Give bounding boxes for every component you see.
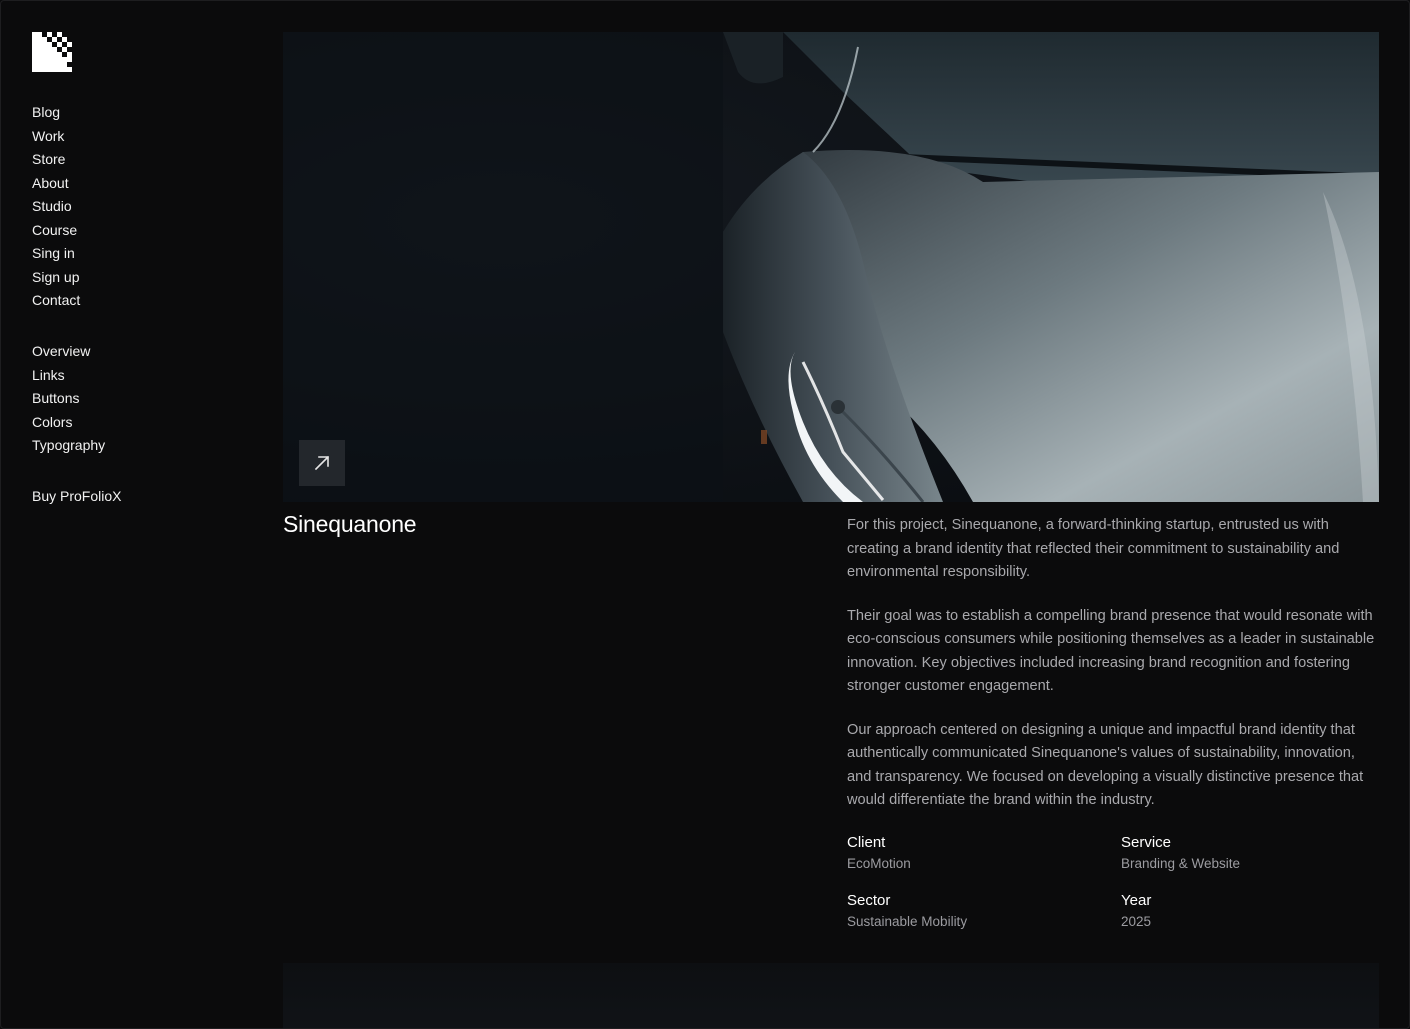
meta-value: Sustainable Mobility xyxy=(847,914,968,929)
meta-value: EcoMotion xyxy=(847,856,911,871)
next-image-preview xyxy=(283,963,1379,1028)
nav-item-work[interactable]: Work xyxy=(32,125,80,149)
page-frame: Blog Work Store About Studio Course Sing… xyxy=(0,0,1410,1029)
nav-item-course[interactable]: Course xyxy=(32,219,80,243)
meta-service: Service Branding & Website xyxy=(1121,832,1383,874)
project-description: For this project, Sinequanone, a forward… xyxy=(847,514,1383,833)
nav-item-links[interactable]: Links xyxy=(32,364,105,388)
project-title: Sinequanone xyxy=(283,511,417,537)
nav-item-blog[interactable]: Blog xyxy=(32,101,80,125)
meta-year: Year 2025 xyxy=(1121,890,1383,932)
nav-item-store[interactable]: Store xyxy=(32,148,80,172)
sidebar: Blog Work Store About Studio Course Sing… xyxy=(32,32,232,504)
buy-link[interactable]: Buy ProFolioX xyxy=(32,485,121,509)
meta-label: Client xyxy=(847,834,886,851)
nav-item-colors[interactable]: Colors xyxy=(32,411,105,435)
meta-client: Client EcoMotion xyxy=(847,832,1121,874)
nav-item-buttons[interactable]: Buttons xyxy=(32,387,105,411)
description-paragraph: Their goal was to establish a compelling… xyxy=(847,607,1375,695)
primary-nav: Blog Work Store About Studio Course Sing… xyxy=(32,101,80,313)
meta-value: 2025 xyxy=(1121,914,1152,929)
arrow-up-right-icon xyxy=(314,455,330,471)
meta-label: Service xyxy=(1121,834,1172,851)
nav-item-studio[interactable]: Studio xyxy=(32,195,80,219)
meta-label: Year xyxy=(1121,892,1152,909)
hero-image xyxy=(283,32,1379,502)
buy-nav: Buy ProFolioX xyxy=(32,485,121,509)
nav-item-about[interactable]: About xyxy=(32,172,80,196)
car-hero-illustration xyxy=(283,32,1379,502)
hero-open-button[interactable] xyxy=(299,440,345,486)
description-paragraph: For this project, Sinequanone, a forward… xyxy=(847,517,1340,580)
checkered-logo-icon[interactable] xyxy=(32,32,72,72)
nav-item-sign-up[interactable]: Sign up xyxy=(32,266,80,290)
meta-label: Sector xyxy=(847,892,891,909)
nav-item-sign-in[interactable]: Sing in xyxy=(32,242,80,266)
nav-item-typography[interactable]: Typography xyxy=(32,434,105,458)
project-meta: Client EcoMotion Service Branding & Webs… xyxy=(847,832,1383,932)
meta-value: Branding & Website xyxy=(1121,856,1241,871)
nav-item-overview[interactable]: Overview xyxy=(32,340,105,364)
meta-sector: Sector Sustainable Mobility xyxy=(847,890,1121,932)
secondary-nav: Overview Links Buttons Colors Typography xyxy=(32,340,105,458)
description-paragraph: Our approach centered on designing a uni… xyxy=(847,721,1364,809)
nav-item-contact[interactable]: Contact xyxy=(32,289,80,313)
